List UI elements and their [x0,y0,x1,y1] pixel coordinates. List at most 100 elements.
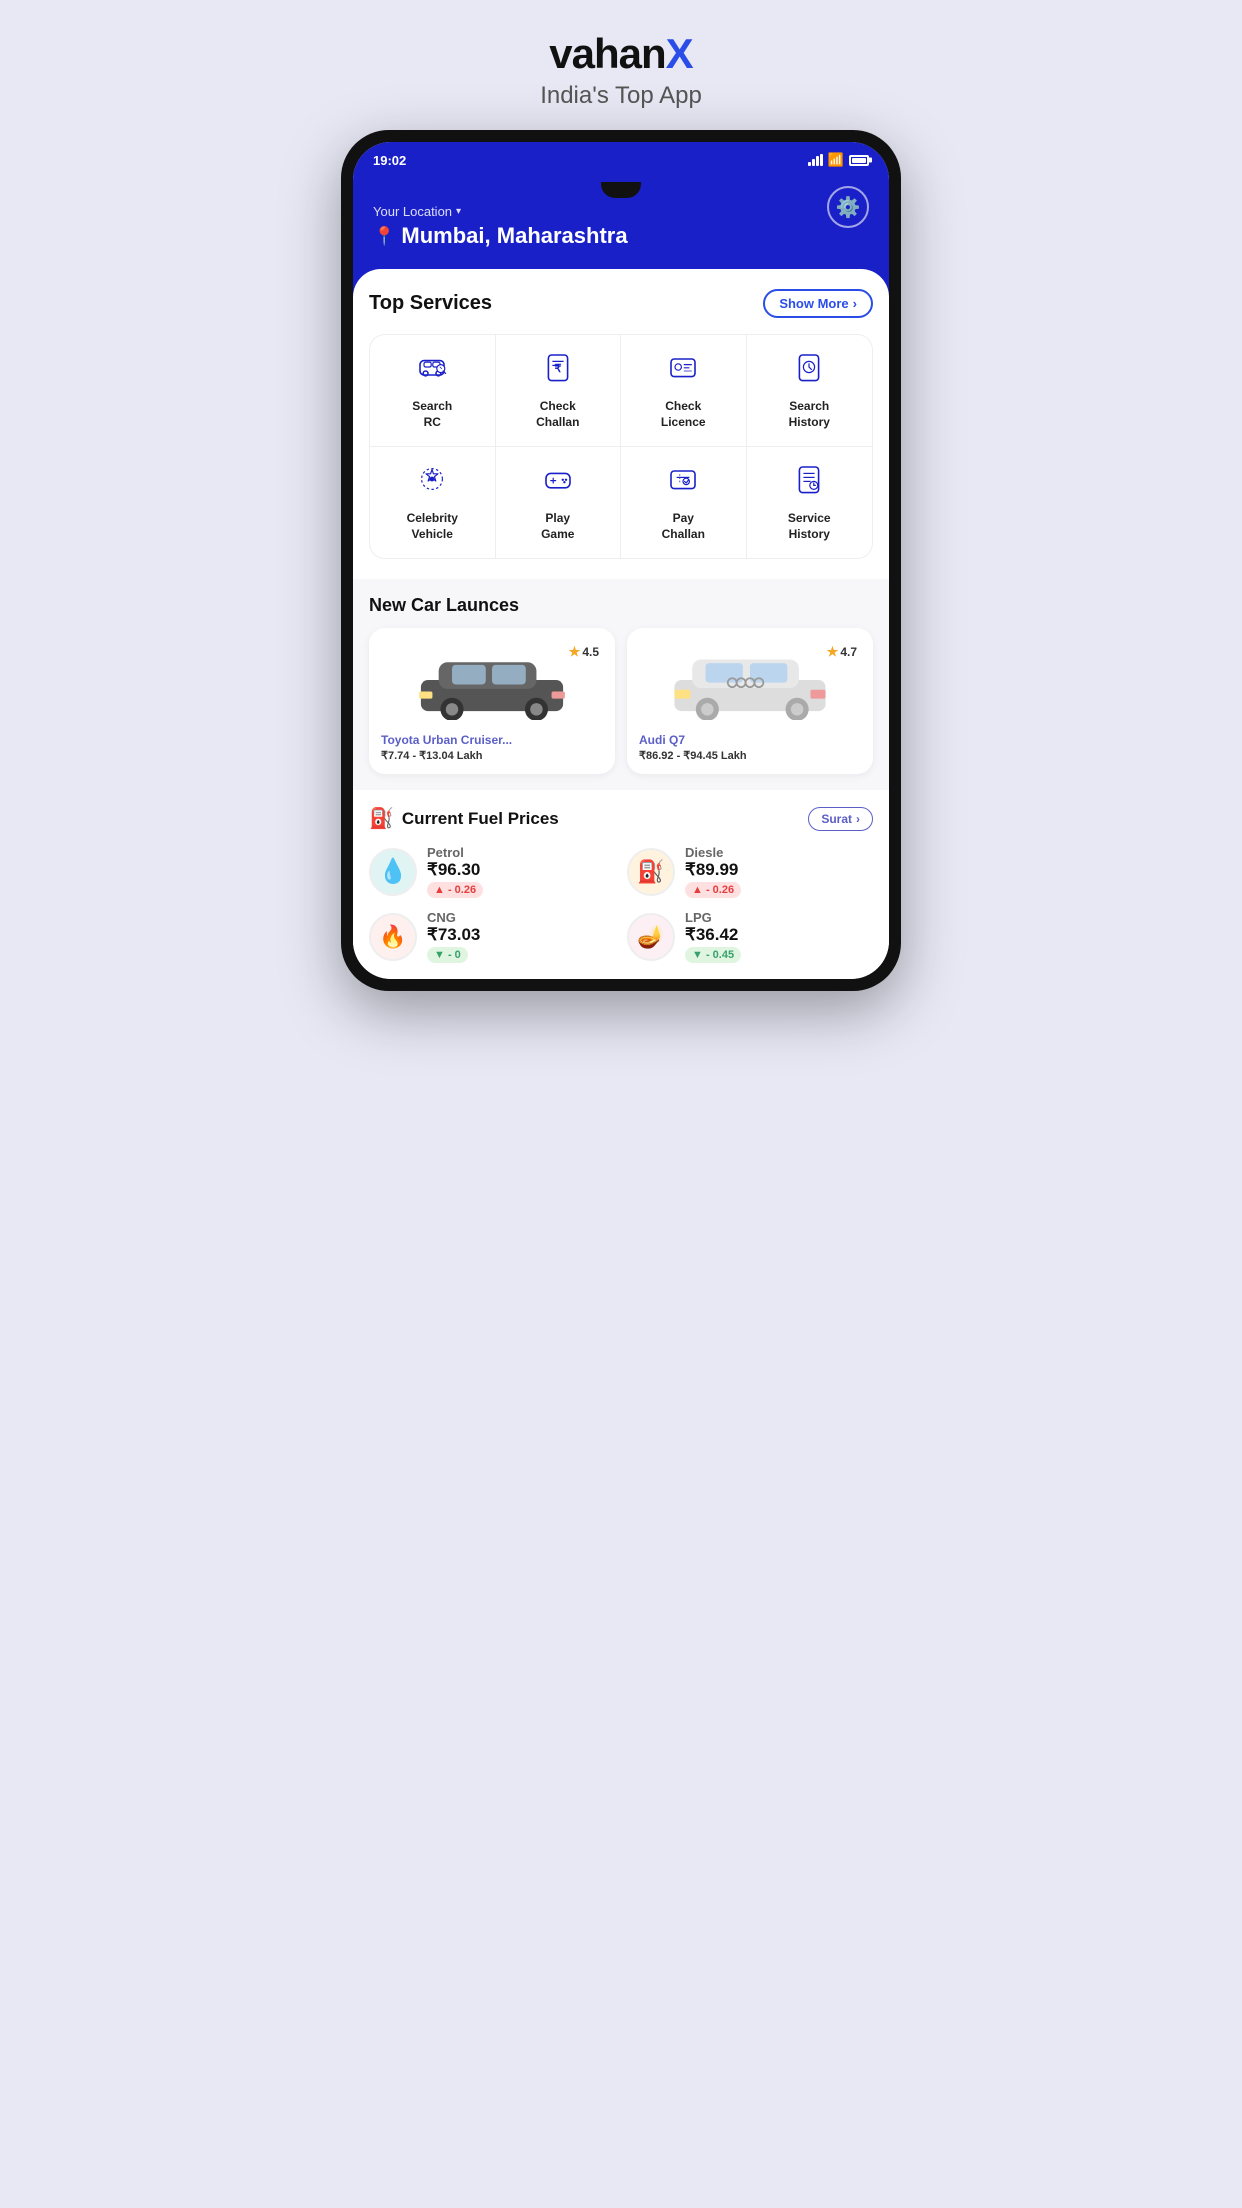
cng-price: ₹73.03 [427,925,615,945]
fuel-item-petrol: 💧 Petrol ₹96.30 ▲ - 0.26 [369,845,615,898]
service-item-pay-challan[interactable]: PayChallan [621,447,747,558]
car-name-audi: Audi Q7 [639,733,861,747]
petrol-price: ₹96.30 [427,860,615,880]
chevron-right-icon: › [856,812,860,826]
new-cars-section: New Car Launces [353,579,889,790]
city-btn-label: Surat [821,812,852,826]
cng-label: CNG [427,910,615,925]
app-brand: vahanX India's Top App [540,30,702,110]
petrol-label: Petrol [427,845,615,860]
diesel-price: ₹89.99 [685,860,873,880]
service-label-pay-challan: PayChallan [662,511,705,542]
lpg-change: ▼ - 0.45 [685,947,741,963]
app-subtitle: India's Top App [540,82,702,110]
cars-grid: ★ 4.5 Toyota Urban Cruiser... ₹7.74 - ₹1… [369,628,873,774]
petrol-icon: 💧 [369,848,417,896]
fuel-item-diesel: ⛽ Diesle ₹89.99 ▲ - 0.26 [627,845,873,898]
diesel-details: Diesle ₹89.99 ▲ - 0.26 [685,845,873,898]
fuel-pump-icon: ⛽ [369,806,394,831]
signal-icon [808,154,823,166]
services-title: Top Services [369,292,492,315]
services-section-header: Top Services Show More › [369,289,873,318]
content-card: Top Services Show More › SearchRC ₹ Chec… [353,269,889,579]
lpg-icon: 🪔 [627,913,675,961]
search-rc-icon [416,351,448,391]
location-label[interactable]: Your Location ▾ [373,204,869,219]
car-card-toyota[interactable]: ★ 4.5 Toyota Urban Cruiser... ₹7.74 - ₹1… [369,628,615,774]
car-image-area: ★ 4.5 [381,640,603,725]
service-item-search-history[interactable]: SearchHistory [747,335,873,447]
fuel-header: ⛽ Current Fuel Prices Surat › [369,806,873,831]
car-card-audi[interactable]: ★ 4.7 Audi Q7 ₹86.92 - ₹94.45 Lakh [627,628,873,774]
fuel-item-cng: 🔥 CNG ₹73.03 ▼ - 0 [369,910,615,963]
app-title: vahanX [540,30,702,78]
show-more-button[interactable]: Show More › [763,289,873,318]
check-challan-icon: ₹ [542,351,574,391]
battery-icon [849,155,869,166]
play-game-icon [542,463,574,503]
new-cars-title: New Car Launces [369,595,873,616]
service-history-icon [793,463,825,503]
service-item-service-history[interactable]: ServiceHistory [747,447,873,558]
status-bar: 19:02 📶 [353,142,889,174]
diesel-icon: ⛽ [627,848,675,896]
fuel-title-row: ⛽ Current Fuel Prices [369,806,559,831]
petrol-change: ▲ - 0.26 [427,882,483,898]
car-name-toyota: Toyota Urban Cruiser... [381,733,603,747]
service-label-check-licence: CheckLicence [661,399,706,430]
cng-icon: 🔥 [369,913,417,961]
phone-screen: 19:02 📶 Your Location ▾ [353,142,889,979]
notch [373,182,869,198]
fuel-section: ⛽ Current Fuel Prices Surat › 💧 Petrol [353,790,889,979]
diesel-label: Diesle [685,845,873,860]
star-icon: ★ [827,644,839,660]
car-price-toyota: ₹7.74 - ₹13.04 Lakh [381,749,603,762]
pay-challan-icon [667,463,699,503]
city-name: Mumbai, Maharashtra [401,223,627,249]
svg-text:₹: ₹ [554,363,561,375]
lpg-details: LPG ₹36.42 ▼ - 0.45 [685,910,873,963]
location-label-text: Your Location [373,204,452,219]
service-item-check-challan[interactable]: ₹ CheckChallan [496,335,622,447]
service-label-celebrity-vehicle: CelebrityVehicle [407,511,458,542]
location-pin-icon: 📍 [373,226,395,247]
cng-details: CNG ₹73.03 ▼ - 0 [427,910,615,963]
service-label-search-history: SearchHistory [789,399,830,430]
car-rating-toyota: ★ 4.5 [569,644,599,660]
star-icon: ★ [569,644,581,660]
service-label-check-challan: CheckChallan [536,399,579,430]
fuel-item-lpg: 🪔 LPG ₹36.42 ▼ - 0.45 [627,910,873,963]
chevron-right-icon: › [853,296,857,311]
car-image-area-audi: ★ 4.7 [639,640,861,725]
show-more-label: Show More [779,296,848,311]
phone-frame: 19:02 📶 Your Location ▾ [341,130,901,991]
wifi-icon: 📶 [828,152,844,168]
services-grid: SearchRC ₹ CheckChallan CheckLicence Sea… [369,334,873,559]
petrol-details: Petrol ₹96.30 ▲ - 0.26 [427,845,615,898]
brand-name-prefix: vahan [549,30,665,77]
brand-name-x: X [666,30,693,77]
lpg-price: ₹36.42 [685,925,873,945]
car-rating-audi: ★ 4.7 [827,644,857,660]
fuel-title: Current Fuel Prices [402,809,559,829]
status-time: 19:02 [373,153,406,168]
city-selector-button[interactable]: Surat › [808,807,873,831]
lpg-label: LPG [685,910,873,925]
service-label-service-history: ServiceHistory [788,511,831,542]
service-item-check-licence[interactable]: CheckLicence [621,335,747,447]
service-label-play-game: PlayGame [541,511,574,542]
diesel-change: ▲ - 0.26 [685,882,741,898]
fuel-grid: 💧 Petrol ₹96.30 ▲ - 0.26 ⛽ Diesle [369,845,873,963]
settings-button[interactable]: ⚙️ [827,186,869,228]
location-city: 📍 Mumbai, Maharashtra [373,223,869,249]
cng-change: ▼ - 0 [427,947,468,963]
chevron-down-icon: ▾ [456,206,461,217]
service-label-search-rc: SearchRC [412,399,452,430]
celebrity-vehicle-icon [416,463,448,503]
gear-icon: ⚙️ [836,195,861,220]
car-price-audi: ₹86.92 - ₹94.45 Lakh [639,749,861,762]
service-item-play-game[interactable]: PlayGame [496,447,622,558]
service-item-search-rc[interactable]: SearchRC [370,335,496,447]
search-history-icon [793,351,825,391]
service-item-celebrity-vehicle[interactable]: CelebrityVehicle [370,447,496,558]
